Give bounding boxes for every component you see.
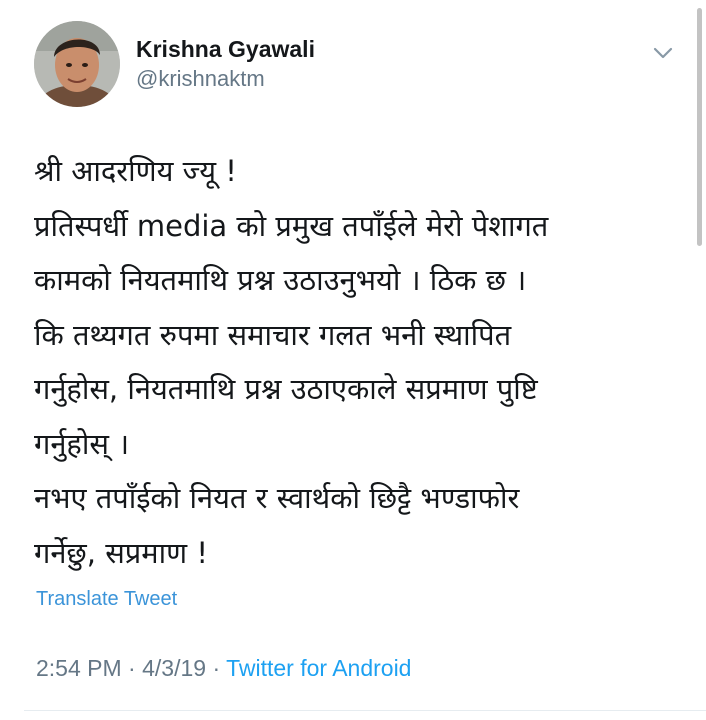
tweet-meta: 2:54 PM · 4/3/19 · Twitter for Android bbox=[36, 655, 411, 682]
user-handle[interactable]: @krishnaktm bbox=[136, 64, 315, 94]
tweet-text-line: गर्नुहोस, नियतमाथि प्रश्न उठाएकाले सप्रम… bbox=[34, 372, 538, 406]
tweet-date[interactable]: 4/3/19 bbox=[142, 655, 206, 681]
avatar[interactable] bbox=[34, 21, 120, 107]
translate-tweet-link[interactable]: Translate Tweet bbox=[36, 588, 177, 611]
tweet-text-line: गर्नेछु, सप्रमाण ! bbox=[34, 535, 208, 570]
display-name[interactable]: Krishna Gyawali bbox=[136, 34, 315, 64]
chevron-down-icon[interactable] bbox=[650, 42, 676, 64]
tweet-text-line: नभए तपाँईको नियत र स्वार्थको छिट्टै भण्ड… bbox=[34, 481, 520, 515]
scrollbar[interactable] bbox=[697, 8, 702, 246]
tweet-text: श्री आदरणिय ज्यू ! प्रतिस्पर्धी media को… bbox=[34, 144, 684, 580]
tweet-text-line: श्री आदरणिय ज्यू ! bbox=[34, 154, 237, 188]
tweet-text-line: प्रतिस्पर्धी media को प्रमुख तपाँईले मेर… bbox=[34, 208, 549, 243]
tweet-text-line: गर्नुहोस् । bbox=[34, 426, 130, 461]
user-info[interactable]: Krishna Gyawali @krishnaktm bbox=[136, 34, 315, 94]
tweet-text-line: कामको नियतमाथि प्रश्न उठाउनुभयो । ठिक छ … bbox=[34, 263, 527, 297]
meta-separator: · bbox=[212, 655, 221, 681]
divider bbox=[24, 710, 706, 711]
tweet-source-link[interactable]: Twitter for Android bbox=[226, 655, 411, 681]
meta-separator: · bbox=[128, 655, 136, 681]
tweet-card: Krishna Gyawali @krishnaktm श्री आदरणिय … bbox=[0, 0, 706, 720]
tweet-time[interactable]: 2:54 PM bbox=[36, 655, 122, 681]
tweet-text-line: कि तथ्यगत रुपमा समाचार गलत भनी स्थापित bbox=[34, 317, 512, 352]
avatar-image bbox=[34, 21, 120, 107]
